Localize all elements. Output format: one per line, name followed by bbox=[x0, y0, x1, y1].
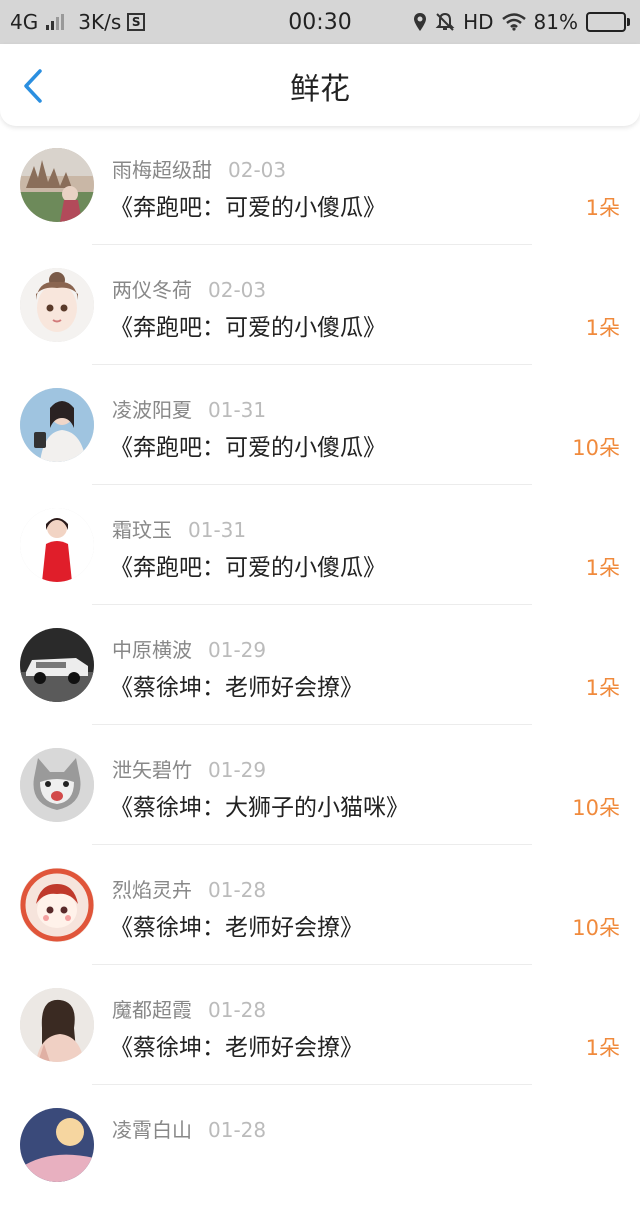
list-item[interactable]: 凌霄白山 01-28 bbox=[0, 1086, 640, 1206]
location-icon bbox=[414, 13, 427, 31]
divider bbox=[92, 724, 532, 725]
avatar[interactable] bbox=[20, 388, 94, 462]
status-bar: 4G 3K/s S 00:30 HD 81% bbox=[0, 0, 640, 44]
avatar[interactable] bbox=[20, 748, 94, 822]
list-item[interactable]: 雨梅超级甜 02-03 《奔跑吧：可爱的小傻瓜》 1朵 bbox=[0, 126, 640, 246]
avatar[interactable] bbox=[20, 988, 94, 1062]
send-date: 02-03 bbox=[208, 278, 267, 302]
sender-line: 两仪冬荷 02-03 bbox=[112, 274, 266, 303]
list-item[interactable]: 魔都超霞 01-28 《蔡徐坤：老师好会撩》 1朵 bbox=[0, 966, 640, 1086]
divider bbox=[92, 244, 532, 245]
battery-icon bbox=[586, 12, 630, 32]
sender-line: 凌波阳夏 01-31 bbox=[112, 394, 266, 423]
sender-name[interactable]: 泄矢碧竹 bbox=[112, 758, 192, 782]
sender-name[interactable]: 凌霄白山 bbox=[112, 1118, 192, 1142]
flower-count: 1朵 bbox=[585, 1036, 620, 1060]
sender-line: 烈焰灵卉 01-28 bbox=[112, 874, 266, 903]
flower-count: 1朵 bbox=[585, 676, 620, 700]
flower-count: 10朵 bbox=[572, 916, 620, 940]
avatar[interactable] bbox=[20, 628, 94, 702]
book-title[interactable]: 《蔡徐坤：老师好会撩》 bbox=[110, 668, 363, 702]
send-date: 01-29 bbox=[208, 758, 267, 782]
send-date: 01-28 bbox=[208, 878, 267, 902]
flower-count: 10朵 bbox=[572, 796, 620, 820]
sender-line: 凌霄白山 01-28 bbox=[112, 1114, 266, 1143]
list-item[interactable]: 中原横波 01-29 《蔡徐坤：老师好会撩》 1朵 bbox=[0, 606, 640, 726]
sender-name[interactable]: 烈焰灵卉 bbox=[112, 878, 192, 902]
sender-line: 雨梅超级甜 02-03 bbox=[112, 154, 286, 183]
sender-name[interactable]: 魔都超霞 bbox=[112, 998, 192, 1022]
flower-count: 10朵 bbox=[572, 436, 620, 460]
avatar[interactable] bbox=[20, 868, 94, 942]
sender-name[interactable]: 雨梅超级甜 bbox=[112, 158, 212, 182]
avatar[interactable] bbox=[20, 268, 94, 342]
send-date: 01-29 bbox=[208, 638, 267, 662]
sender-line: 泄矢碧竹 01-29 bbox=[112, 754, 266, 783]
send-date: 01-28 bbox=[208, 1118, 267, 1142]
book-title[interactable]: 《奔跑吧：可爱的小傻瓜》 bbox=[110, 188, 386, 222]
wifi-icon bbox=[501, 13, 526, 31]
page-title: 鲜花 bbox=[290, 72, 350, 107]
flower-count: 1朵 bbox=[585, 316, 620, 340]
avatar[interactable] bbox=[20, 148, 94, 222]
book-title[interactable]: 《蔡徐坤：老师好会撩》 bbox=[110, 1028, 363, 1062]
status-right: HD 81% bbox=[413, 0, 630, 44]
divider bbox=[92, 1084, 532, 1085]
book-title[interactable]: 《蔡徐坤：大狮子的小猫咪》 bbox=[110, 788, 409, 822]
list-item[interactable]: 泄矢碧竹 01-29 《蔡徐坤：大狮子的小猫咪》 10朵 bbox=[0, 726, 640, 846]
avatar[interactable] bbox=[20, 508, 94, 582]
send-date: 01-31 bbox=[188, 518, 247, 542]
sender-line: 魔都超霞 01-28 bbox=[112, 994, 266, 1023]
flower-list: 雨梅超级甜 02-03 《奔跑吧：可爱的小傻瓜》 1朵 两仪冬荷 02-03 《奔跑吧：可爱… bbox=[0, 126, 640, 1206]
sender-name[interactable]: 中原横波 bbox=[112, 638, 192, 662]
send-date: 02-03 bbox=[228, 158, 287, 182]
avatar[interactable] bbox=[20, 1108, 94, 1182]
book-title[interactable]: 《蔡徐坤：老师好会撩》 bbox=[110, 908, 363, 942]
divider bbox=[92, 484, 532, 485]
book-title[interactable]: 《奔跑吧：可爱的小傻瓜》 bbox=[110, 428, 386, 462]
divider bbox=[92, 964, 532, 965]
send-date: 01-28 bbox=[208, 998, 267, 1022]
book-title[interactable]: 《奔跑吧：可爱的小傻瓜》 bbox=[110, 548, 386, 582]
sender-line: 中原横波 01-29 bbox=[112, 634, 266, 663]
sender-name[interactable]: 霜玟玉 bbox=[112, 518, 172, 542]
divider bbox=[92, 364, 532, 365]
mute-bell-icon bbox=[435, 12, 455, 31]
book-title[interactable]: 《奔跑吧：可爱的小傻瓜》 bbox=[110, 308, 386, 342]
divider bbox=[92, 844, 532, 845]
sender-name[interactable]: 两仪冬荷 bbox=[112, 278, 192, 302]
list-item[interactable]: 两仪冬荷 02-03 《奔跑吧：可爱的小傻瓜》 1朵 bbox=[0, 246, 640, 366]
sender-line: 霜玟玉 01-31 bbox=[112, 514, 246, 543]
flower-count: 1朵 bbox=[585, 196, 620, 220]
hd-label: HD bbox=[463, 10, 494, 34]
flower-count: 1朵 bbox=[585, 556, 620, 580]
list-item[interactable]: 凌波阳夏 01-31 《奔跑吧：可爱的小傻瓜》 10朵 bbox=[0, 366, 640, 486]
list-item[interactable]: 霜玟玉 01-31 《奔跑吧：可爱的小傻瓜》 1朵 bbox=[0, 486, 640, 606]
battery-percent: 81% bbox=[533, 10, 578, 34]
divider bbox=[92, 604, 532, 605]
list-item[interactable]: 烈焰灵卉 01-28 《蔡徐坤：老师好会撩》 10朵 bbox=[0, 846, 640, 966]
sender-name[interactable]: 凌波阳夏 bbox=[112, 398, 192, 422]
send-date: 01-31 bbox=[208, 398, 267, 422]
nav-bar: 鲜花 bbox=[0, 44, 640, 126]
